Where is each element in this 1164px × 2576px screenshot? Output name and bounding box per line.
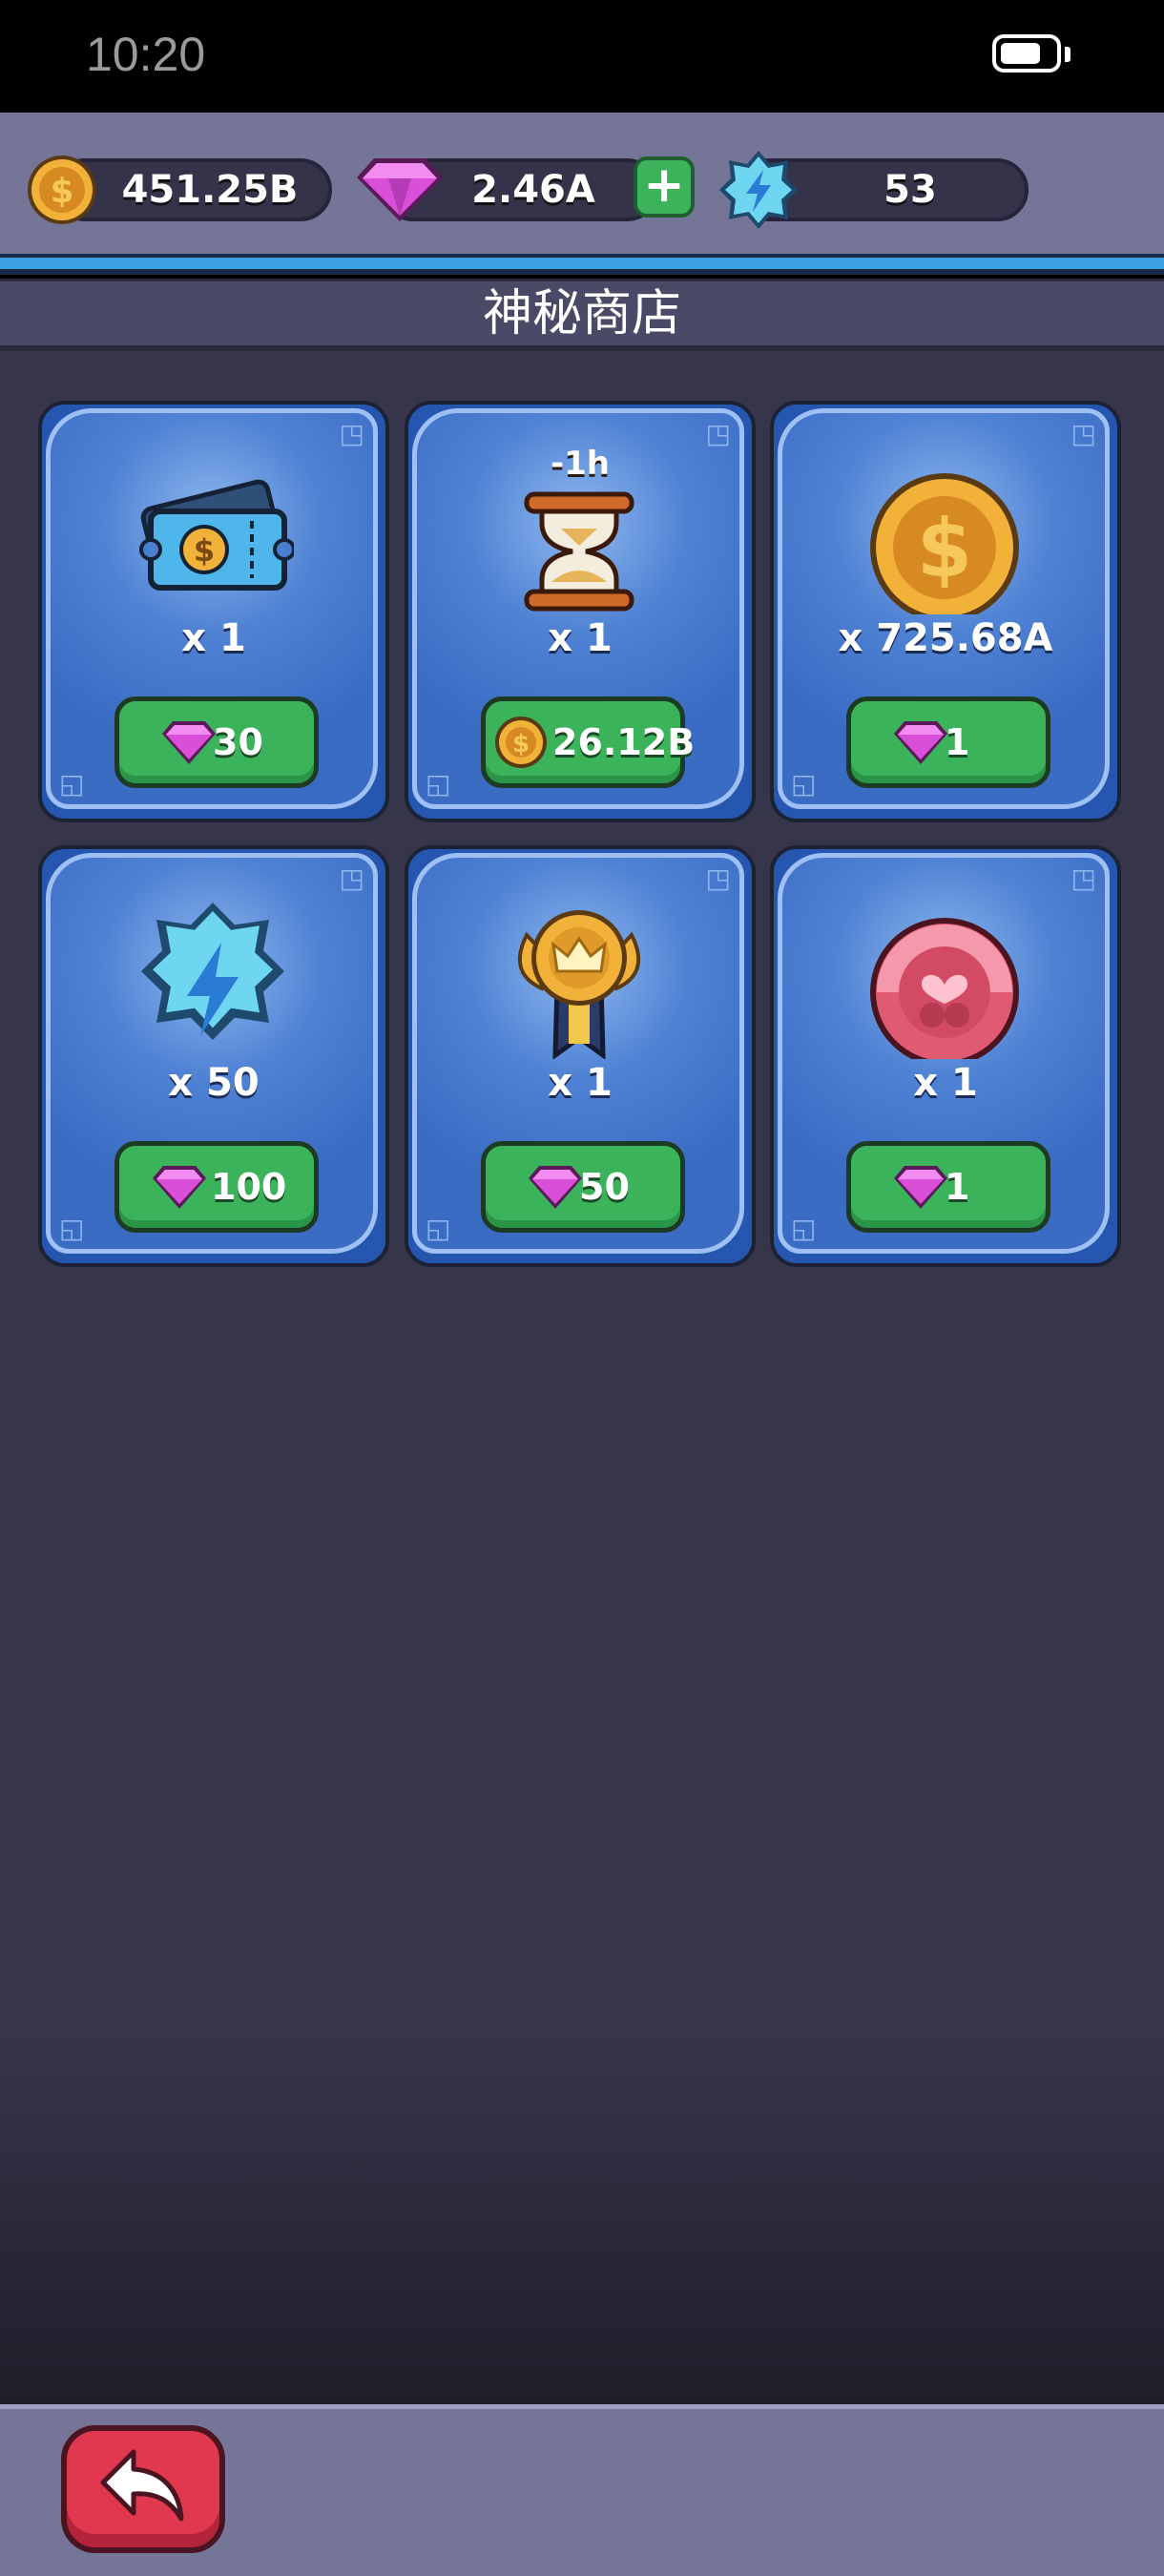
gem-icon <box>894 1166 947 1209</box>
price-label: 100 <box>211 1166 287 1208</box>
energy-value: 53 <box>883 168 937 212</box>
gem-value: 2.46A <box>471 168 595 212</box>
gem-icon <box>153 1166 206 1209</box>
corner-ornament: ◱ <box>59 1213 85 1244</box>
energy-icon <box>141 903 284 1040</box>
corner-ornament: ◳ <box>1070 418 1096 449</box>
battery-cap <box>1065 47 1070 62</box>
price-label: 1 <box>945 721 970 763</box>
item-quantity: x 1 <box>181 616 246 660</box>
shop-card-hourglass[interactable]: ◳ ◱ -1h x 1 $ 26.12B <box>405 401 756 822</box>
svg-text:$: $ <box>512 730 530 758</box>
battery-level <box>1001 43 1040 64</box>
energy-icon <box>719 151 798 229</box>
battery-icon <box>992 34 1061 73</box>
buy-button[interactable]: 100 <box>114 1141 319 1233</box>
coin-value: 451.25B <box>121 168 299 212</box>
shop-card-ticket[interactable]: ◳ ◱ $ x 1 30 <box>38 401 389 822</box>
corner-ornament: ◱ <box>791 1213 817 1244</box>
price-label: 50 <box>579 1166 630 1208</box>
corner-ornament: ◱ <box>426 1213 451 1244</box>
shop-card-heart-orb[interactable]: ◳ ◱ x 1 1 <box>770 845 1121 1267</box>
corner-ornament: ◱ <box>426 768 451 800</box>
gem-icon <box>162 721 216 764</box>
corner-ornament: ◳ <box>1070 862 1096 894</box>
shop-card-coins[interactable]: ◳ ◱ $ x 725.68A 1 <box>770 401 1121 822</box>
back-button[interactable] <box>61 2425 225 2553</box>
item-quantity: x 1 <box>913 1061 978 1105</box>
price-label: 30 <box>213 721 263 763</box>
coin-icon: $ <box>495 717 547 768</box>
buy-button[interactable]: 1 <box>846 1141 1050 1233</box>
time-reduction-label: -1h <box>551 445 610 483</box>
item-quantity: x 1 <box>548 616 613 660</box>
gem-icon <box>529 1166 582 1209</box>
buy-button[interactable]: 50 <box>481 1141 685 1233</box>
medal-icon <box>517 910 641 1059</box>
item-quantity: x 1 <box>548 1061 613 1105</box>
corner-ornament: ◳ <box>339 418 364 449</box>
price-label: 1 <box>945 1166 970 1208</box>
back-arrow-icon <box>100 2449 184 2522</box>
buy-button[interactable]: $ 26.12B <box>481 696 696 788</box>
gem-icon <box>894 721 947 764</box>
svg-text:$: $ <box>50 172 73 211</box>
status-time: 10:20 <box>86 28 206 81</box>
gem-icon <box>357 158 443 221</box>
price-label: 26.12B <box>552 721 696 763</box>
corner-ornament: ◳ <box>339 862 364 894</box>
page-title: 神秘商店 <box>482 285 681 343</box>
corner-ornament: ◳ <box>705 862 731 894</box>
shop-card-energy[interactable]: ◳ ◱ x 50 100 <box>38 845 389 1267</box>
heart-orb-icon <box>870 918 1019 1059</box>
status-bar: 10:20 <box>0 0 1164 113</box>
add-gems-button[interactable]: + <box>634 156 695 218</box>
item-quantity: x 50 <box>168 1061 260 1105</box>
coin-icon: $ <box>28 156 96 224</box>
corner-ornament: ◱ <box>59 768 85 800</box>
item-quantity: x 725.68A <box>838 616 1053 660</box>
buy-button[interactable]: 1 <box>846 696 1050 788</box>
svg-text:$: $ <box>917 502 972 595</box>
svg-text:$: $ <box>194 532 215 569</box>
title-divider-highlight <box>0 258 1164 269</box>
buy-button[interactable]: 30 <box>114 696 319 788</box>
corner-ornament: ◱ <box>791 768 817 800</box>
shop-card-medal[interactable]: ◳ ◱ x 1 50 <box>405 845 756 1267</box>
coin-icon: $ <box>870 473 1019 614</box>
ticket-icon: $ <box>139 479 294 591</box>
